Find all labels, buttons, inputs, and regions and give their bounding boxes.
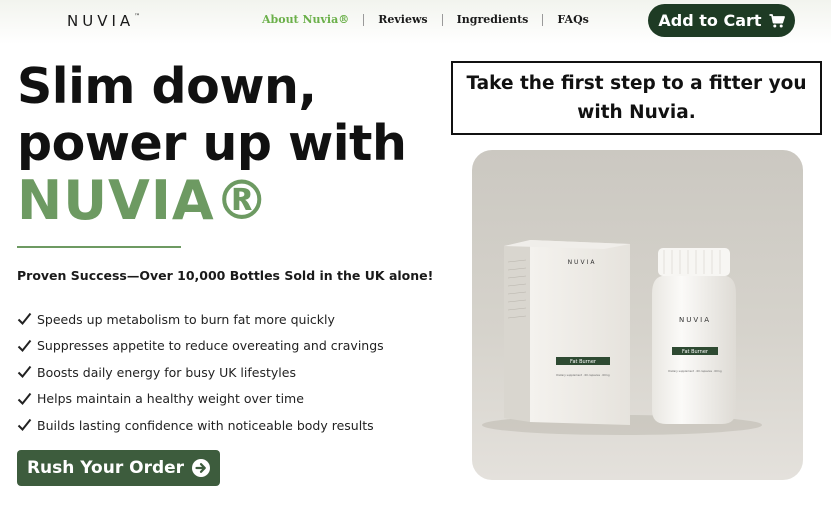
shopping-cart-icon bbox=[769, 13, 785, 27]
section-divider bbox=[17, 246, 181, 248]
benefit-item: Suppresses appetite to reduce overeating… bbox=[17, 333, 384, 360]
bottle-brand: NUVIA bbox=[679, 316, 711, 324]
add-to-cart-button[interactable]: Add to Cart bbox=[648, 4, 795, 37]
benefit-text: Speeds up metabolism to burn fat more qu… bbox=[37, 311, 335, 327]
checkmark-icon bbox=[17, 339, 32, 352]
rush-order-button[interactable]: Rush Your Order bbox=[17, 450, 220, 486]
site-header: NUVIA™ About Nuvia® Reviews Ingredients … bbox=[0, 0, 831, 44]
benefit-item: Builds lasting confidence with noticeabl… bbox=[17, 412, 384, 439]
box-brand: NUVIA bbox=[568, 259, 597, 266]
checkmark-icon bbox=[17, 419, 32, 432]
benefit-text: Helps maintain a healthy weight over tim… bbox=[37, 391, 304, 407]
bottle-label: Fat Burner bbox=[682, 349, 709, 355]
benefits-list: Speeds up metabolism to burn fat more qu… bbox=[17, 306, 384, 439]
arrow-right-circle-icon bbox=[192, 459, 211, 477]
logo-trademark: ™ bbox=[134, 13, 141, 20]
checkmark-icon bbox=[17, 392, 32, 405]
rush-order-label: Rush Your Order bbox=[26, 458, 185, 478]
nav-link-reviews[interactable]: Reviews bbox=[364, 13, 441, 27]
benefit-text: Builds lasting confidence with noticeabl… bbox=[37, 417, 374, 433]
hero-title-brand: NUVIA® bbox=[17, 169, 270, 232]
benefit-item: Helps maintain a healthy weight over tim… bbox=[17, 386, 384, 413]
benefit-item: Boosts daily energy for busy UK lifestyl… bbox=[17, 359, 384, 386]
hero-title-line2: power up with bbox=[17, 115, 407, 172]
benefit-text: Suppresses appetite to reduce overeating… bbox=[37, 338, 384, 354]
brand-logo[interactable]: NUVIA™ bbox=[67, 12, 140, 30]
box-label: Fat Burner bbox=[570, 359, 597, 365]
checkmark-icon bbox=[17, 366, 32, 379]
tagline-box: Take the first step to a fitter you with… bbox=[451, 61, 822, 135]
checkmark-icon bbox=[17, 313, 32, 326]
box-small-print: Dietary supplement · 60 capsules · 60 kg bbox=[556, 373, 610, 377]
benefit-text: Boosts daily energy for busy UK lifestyl… bbox=[37, 364, 296, 380]
main-nav: About Nuvia® Reviews Ingredients FAQs bbox=[252, 13, 603, 27]
social-proof-text: Proven Success—Over 10,000 Bottles Sold … bbox=[17, 268, 434, 283]
logo-text: NUVIA bbox=[67, 12, 135, 30]
nav-link-about[interactable]: About Nuvia® bbox=[252, 13, 363, 27]
product-image: NUVIA Fat Burner Dietary supplement · 60… bbox=[472, 150, 803, 480]
hero-title: Slim down, power up with NUVIA® bbox=[17, 58, 437, 229]
nav-link-ingredients[interactable]: Ingredients bbox=[443, 13, 543, 27]
product-illustration: NUVIA Fat Burner Dietary supplement · 60… bbox=[482, 240, 762, 435]
tagline-text: Take the first step to a fitter you with… bbox=[466, 73, 807, 123]
add-to-cart-label: Add to Cart bbox=[658, 11, 762, 30]
bottle-small-print: Dietary supplement · 60 capsules · 60 kg bbox=[668, 369, 722, 373]
nav-link-faqs[interactable]: FAQs bbox=[543, 13, 602, 27]
hero-title-line1: Slim down, bbox=[17, 58, 317, 115]
benefit-item: Speeds up metabolism to burn fat more qu… bbox=[17, 306, 384, 333]
